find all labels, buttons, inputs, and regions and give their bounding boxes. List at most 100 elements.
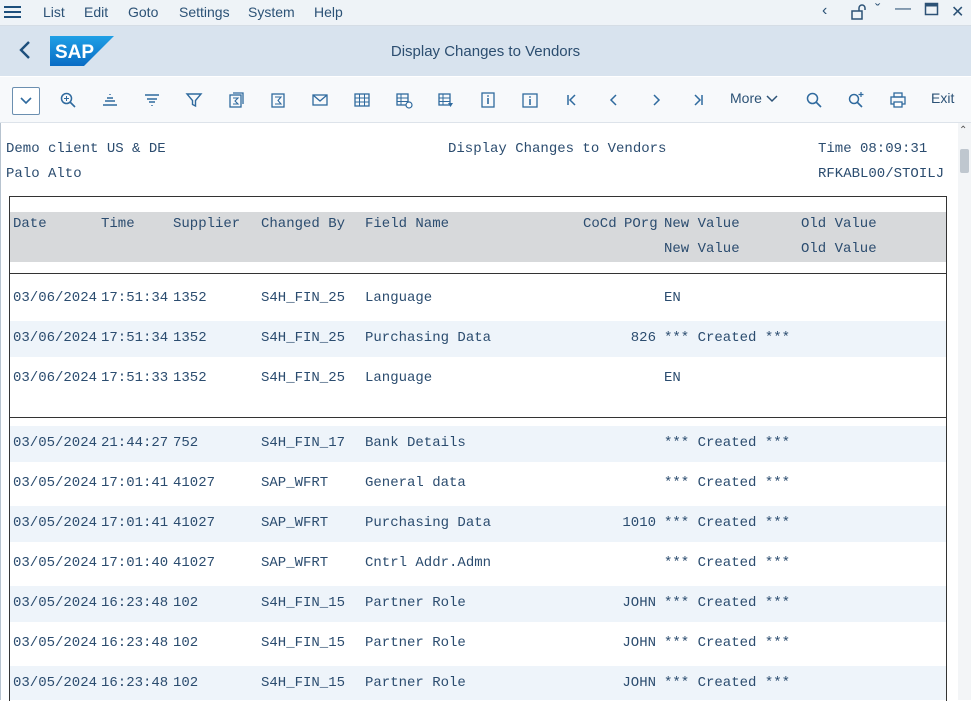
table-row[interactable]: 03/06/2024 17:51:34 1352 S4H_FIN_25 Purc… [10, 321, 946, 357]
menu-system[interactable]: System [248, 4, 295, 20]
cell-changed-by: S4H_FIN_25 [261, 330, 346, 346]
menu-goto[interactable]: Goto [128, 4, 158, 20]
scroll-thumb[interactable] [960, 149, 969, 173]
cell-changed-by: SAP_WFRT [261, 555, 329, 571]
col-cocd[interactable]: CoCd [583, 216, 617, 232]
chevron-down-icon [20, 97, 32, 105]
col-porg[interactable]: POrg [624, 216, 658, 232]
col-date[interactable]: Date [13, 216, 47, 232]
cell-org: 826 [630, 330, 656, 346]
col-supplier[interactable]: Supplier [173, 216, 240, 232]
cell-changed-by: S4H_FIN_15 [261, 635, 346, 651]
sort-ascending-icon[interactable] [99, 89, 121, 111]
cell-new-value: *** Created *** [664, 330, 791, 346]
subtotal-icon[interactable] [267, 89, 289, 111]
col-field-name[interactable]: Field Name [365, 216, 449, 232]
cell-org: JOHN [622, 595, 656, 611]
cell-field-name: Cntrl Addr.Admn [365, 555, 492, 571]
first-page-icon[interactable] [561, 89, 583, 111]
report-title: Display Changes to Vendors [448, 141, 667, 157]
client-name: Demo client US & DE [6, 141, 166, 157]
col-old-value[interactable]: Old Value [801, 216, 877, 232]
minimize-icon[interactable]: — [895, 0, 911, 18]
table-row[interactable]: 03/05/2024 16:23:48 102 S4H_FIN_15 Partn… [10, 666, 946, 700]
scroll-up-icon[interactable]: ⌃ [959, 125, 967, 136]
cell-supplier: 102 [173, 635, 199, 651]
spreadsheet-icon[interactable] [351, 89, 373, 111]
table-row[interactable]: 03/05/2024 17:01:40 41027 SAP_WFRT Cntrl… [10, 546, 946, 582]
table-row[interactable]: 03/05/2024 16:23:48 102 S4H_FIN_15 Partn… [10, 626, 946, 662]
exit-button[interactable]: Exit [931, 90, 954, 106]
search-icon[interactable] [57, 89, 79, 111]
print-icon[interactable] [887, 89, 909, 111]
toolbar: More Exit [0, 77, 971, 123]
col-time[interactable]: Time [101, 216, 135, 232]
cell-supplier: 1352 [173, 290, 207, 306]
cell-field-name: Bank Details [365, 435, 466, 451]
find-next-icon[interactable] [845, 89, 867, 111]
hamburger-menu-icon[interactable] [4, 4, 21, 20]
group-separator [9, 273, 946, 274]
cell-field-name: Purchasing Data [365, 515, 492, 531]
menu-edit[interactable]: Edit [84, 4, 108, 20]
filter-icon[interactable] [183, 89, 205, 111]
cell-new-value: *** Created *** [664, 675, 791, 691]
cell-time: 21:44:27 [101, 435, 169, 451]
cell-new-value: *** Created *** [664, 555, 791, 571]
table-row[interactable]: 03/05/2024 21:44:27 752 S4H_FIN_17 Bank … [10, 426, 946, 462]
sum-icon[interactable] [225, 89, 247, 111]
cell-field-name: Purchasing Data [365, 330, 492, 346]
cell-field-name: Partner Role [365, 675, 466, 691]
col-new-value-2[interactable]: New Value [664, 241, 740, 257]
maximize-icon[interactable] [924, 1, 940, 22]
chevron-down-icon[interactable]: ˇ [875, 2, 880, 20]
cell-time: 17:51:34 [101, 290, 169, 306]
cell-date: 03/06/2024 [13, 290, 98, 306]
table-row[interactable]: 03/05/2024 17:01:41 41027 SAP_WFRT Purch… [10, 506, 946, 542]
cell-new-value: *** Created *** [664, 475, 791, 491]
cell-org: JOHN [622, 675, 656, 691]
vertical-scrollbar[interactable]: ⌃ [958, 123, 971, 700]
report-program: RFKABL00/STOILJ [818, 166, 945, 182]
cell-field-name: Partner Role [365, 635, 466, 651]
cell-new-value: *** Created *** [664, 635, 791, 651]
cell-supplier: 41027 [173, 475, 216, 491]
cell-new-value: *** Created *** [664, 515, 791, 531]
more-button[interactable]: More [730, 90, 778, 106]
sort-descending-icon[interactable] [141, 89, 163, 111]
menu-help[interactable]: Help [314, 4, 343, 20]
cell-changed-by: S4H_FIN_25 [261, 370, 346, 386]
cell-time: 16:23:48 [101, 675, 169, 691]
table-row[interactable]: 03/06/2024 17:51:34 1352 S4H_FIN_25 Lang… [10, 281, 946, 317]
cell-time: 16:23:48 [101, 635, 169, 651]
menu-bar: List Edit Goto Settings System Help ‹ ˇ … [0, 0, 971, 26]
choose-layout-icon[interactable] [435, 89, 457, 111]
dropdown-button[interactable] [12, 87, 40, 115]
cell-date: 03/06/2024 [13, 370, 98, 386]
col-changed-by[interactable]: Changed By [261, 216, 345, 232]
chevron-left-icon[interactable]: ‹ [822, 2, 827, 20]
cell-date: 03/05/2024 [13, 515, 98, 531]
table-row[interactable]: 03/05/2024 16:23:48 102 S4H_FIN_15 Partn… [10, 586, 946, 622]
menu-settings[interactable]: Settings [179, 4, 230, 20]
cell-new-value: *** Created *** [664, 595, 791, 611]
last-page-icon[interactable] [687, 89, 709, 111]
close-icon[interactable]: ✕ [951, 2, 964, 22]
chevron-down-icon [766, 95, 778, 103]
layout-settings-icon[interactable] [393, 89, 415, 111]
next-page-icon[interactable] [645, 89, 667, 111]
info-icon[interactable] [477, 89, 499, 111]
report-time: Time 08:09:31 [818, 141, 928, 157]
mail-icon[interactable] [309, 89, 331, 111]
cell-changed-by: S4H_FIN_17 [261, 435, 346, 451]
col-old-value-2[interactable]: Old Value [801, 241, 877, 257]
find-icon[interactable] [803, 89, 825, 111]
previous-page-icon[interactable] [603, 89, 625, 111]
menu-list[interactable]: List [43, 4, 65, 20]
table-row[interactable]: 03/05/2024 17:01:41 41027 SAP_WFRT Gener… [10, 466, 946, 502]
cell-field-name: General data [365, 475, 466, 491]
table-row[interactable]: 03/06/2024 17:51:33 1352 S4H_FIN_25 Lang… [10, 361, 946, 397]
col-new-value[interactable]: New Value [664, 216, 740, 232]
details-icon[interactable] [519, 89, 541, 111]
unlock-icon[interactable] [850, 3, 868, 26]
